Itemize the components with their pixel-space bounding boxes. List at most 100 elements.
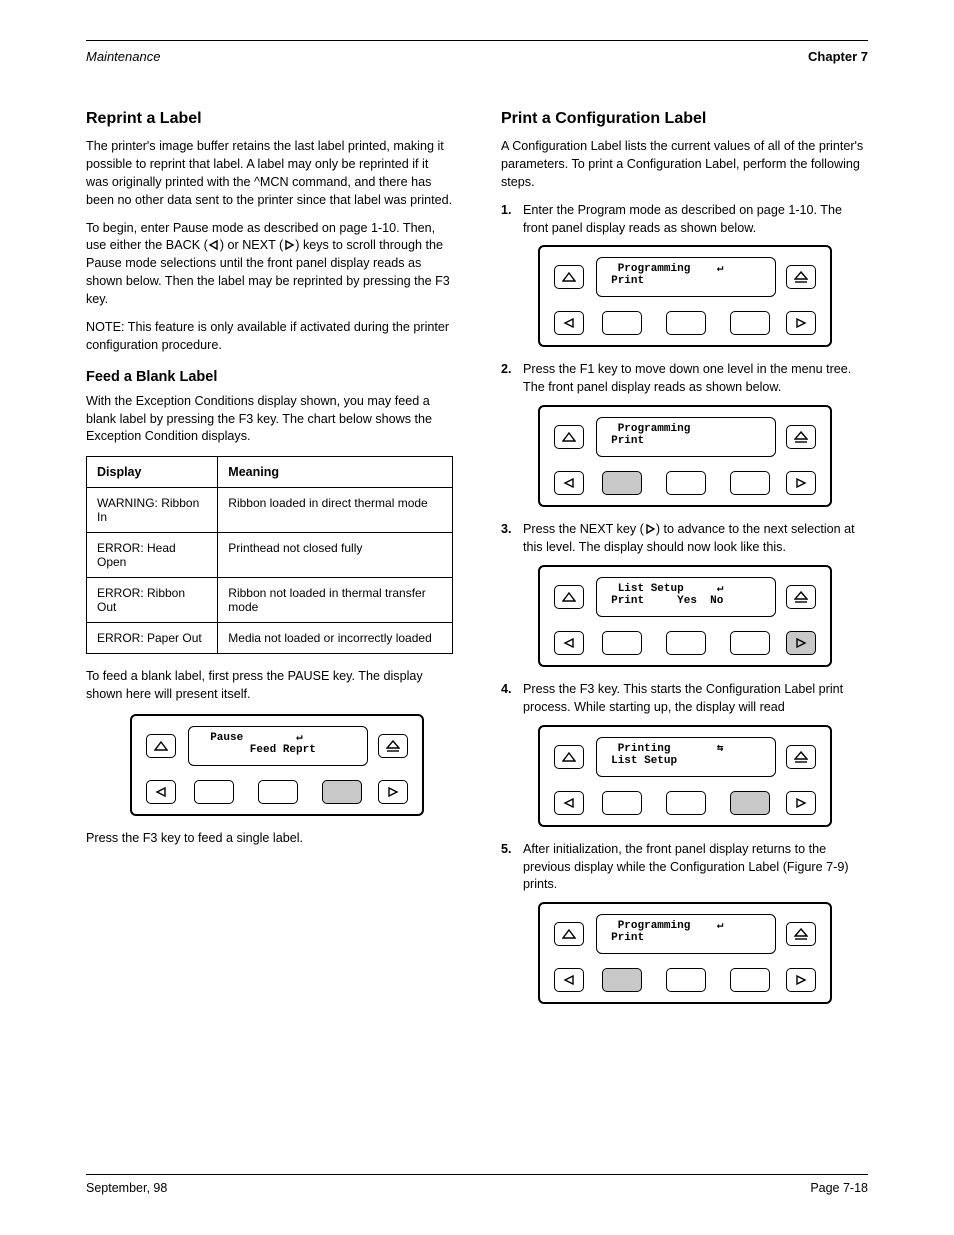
control-panel: List Setup ↵ Print Yes No — [538, 565, 832, 667]
back-button[interactable] — [554, 631, 584, 655]
back-button[interactable] — [146, 780, 176, 804]
f3-key[interactable] — [322, 780, 362, 804]
triangle-left-icon — [563, 797, 575, 809]
triangle-up-icon — [562, 752, 576, 762]
left-column: Reprint a Label The printer's image buff… — [86, 110, 453, 1018]
triangle-left-icon — [155, 786, 167, 798]
eject-icon — [794, 928, 808, 940]
f2-key[interactable] — [666, 311, 706, 335]
triangle-up-icon — [562, 929, 576, 939]
control-panel: Pause ↵ Feed Reprt — [130, 714, 424, 816]
f1-key[interactable] — [602, 791, 642, 815]
page-footer: September, 98 Page 7-18 — [86, 1174, 868, 1195]
footer-date: September, 98 — [86, 1181, 167, 1195]
control-panel: Programming ↵ Print — [538, 245, 832, 347]
control-panel: Programming Print — [538, 405, 832, 507]
next-button[interactable] — [378, 780, 408, 804]
back-button[interactable] — [554, 471, 584, 495]
reprint-note: NOTE: This feature is only available if … — [86, 319, 453, 355]
f1-key[interactable] — [602, 471, 642, 495]
f1-key[interactable] — [194, 780, 234, 804]
f2-key[interactable] — [666, 631, 706, 655]
eject-icon — [386, 740, 400, 752]
back-button[interactable] — [554, 791, 584, 815]
eject-icon — [794, 271, 808, 283]
eject-button[interactable] — [786, 922, 816, 946]
up-button[interactable] — [554, 425, 584, 449]
lcd-display: Printing ⇆ List Setup — [596, 737, 776, 777]
next-button[interactable] — [786, 311, 816, 335]
feed-para-1: With the Exception Conditions display sh… — [86, 393, 453, 447]
footer-page: Page 7-18 — [810, 1181, 868, 1195]
f2-key[interactable] — [666, 471, 706, 495]
heading-config: Print a Configuration Label — [501, 110, 868, 128]
reprint-para-2: To begin, enter Pause mode as described … — [86, 220, 453, 309]
table-header: Meaning — [218, 457, 453, 488]
lcd-display: Programming Print — [596, 417, 776, 457]
f3-key[interactable] — [730, 631, 770, 655]
table-row: WARNING: Ribbon In Ribbon loaded in dire… — [87, 488, 453, 533]
eject-button[interactable] — [786, 425, 816, 449]
header-right: Chapter 7 — [808, 49, 868, 64]
triangle-right-icon — [795, 317, 807, 329]
next-button[interactable] — [786, 791, 816, 815]
next-button[interactable] — [786, 631, 816, 655]
up-button[interactable] — [554, 265, 584, 289]
f3-key[interactable] — [730, 311, 770, 335]
feed-para-3: Press the F3 key to feed a single label. — [86, 830, 453, 848]
step-3: 3. Press the NEXT key () to advance to t… — [501, 521, 868, 557]
feed-para-2: To feed a blank label, first press the P… — [86, 668, 453, 704]
lcd-display: Pause ↵ Feed Reprt — [188, 726, 368, 766]
triangle-left-icon — [563, 637, 575, 649]
up-button[interactable] — [554, 585, 584, 609]
right-column: Print a Configuration Label A Configurat… — [501, 110, 868, 1018]
table-row: ERROR: Head Open Printhead not closed fu… — [87, 533, 453, 578]
eject-button[interactable] — [786, 585, 816, 609]
eject-button[interactable] — [378, 734, 408, 758]
f2-key[interactable] — [666, 791, 706, 815]
table-row: ERROR: Paper Out Media not loaded or inc… — [87, 623, 453, 654]
f3-key[interactable] — [730, 471, 770, 495]
f1-key[interactable] — [602, 968, 642, 992]
f2-key[interactable] — [258, 780, 298, 804]
triangle-right-icon — [795, 637, 807, 649]
eject-button[interactable] — [786, 745, 816, 769]
next-button[interactable] — [786, 968, 816, 992]
triangle-right-icon — [795, 477, 807, 489]
triangle-right-icon — [795, 974, 807, 986]
control-panel: Printing ⇆ List Setup — [538, 725, 832, 827]
up-button[interactable] — [146, 734, 176, 758]
eject-icon — [794, 591, 808, 603]
lcd-display: Programming ↵ Print — [596, 257, 776, 297]
next-icon — [644, 523, 656, 535]
triangle-left-icon — [563, 477, 575, 489]
control-panel: Programming ↵ Print — [538, 902, 832, 1004]
f2-key[interactable] — [666, 968, 706, 992]
step-1: 1. Enter the Program mode as described o… — [501, 202, 868, 238]
table-header: Display — [87, 457, 218, 488]
eject-icon — [794, 751, 808, 763]
up-button[interactable] — [554, 745, 584, 769]
exception-table: Display Meaning WARNING: Ribbon In Ribbo… — [86, 456, 453, 654]
triangle-up-icon — [562, 592, 576, 602]
f1-key[interactable] — [602, 311, 642, 335]
config-para-1: A Configuration Label lists the current … — [501, 138, 868, 192]
back-icon — [208, 239, 220, 251]
eject-icon — [794, 431, 808, 443]
triangle-up-icon — [562, 272, 576, 282]
eject-button[interactable] — [786, 265, 816, 289]
triangle-left-icon — [563, 974, 575, 986]
triangle-right-icon — [387, 786, 399, 798]
f3-key[interactable] — [730, 968, 770, 992]
lcd-display: List Setup ↵ Print Yes No — [596, 577, 776, 617]
heading-feed: Feed a Blank Label — [86, 369, 453, 385]
triangle-up-icon — [154, 741, 168, 751]
up-button[interactable] — [554, 922, 584, 946]
back-button[interactable] — [554, 968, 584, 992]
f1-key[interactable] — [602, 631, 642, 655]
next-icon — [283, 239, 295, 251]
f3-key[interactable] — [730, 791, 770, 815]
lcd-display: Programming ↵ Print — [596, 914, 776, 954]
back-button[interactable] — [554, 311, 584, 335]
next-button[interactable] — [786, 471, 816, 495]
